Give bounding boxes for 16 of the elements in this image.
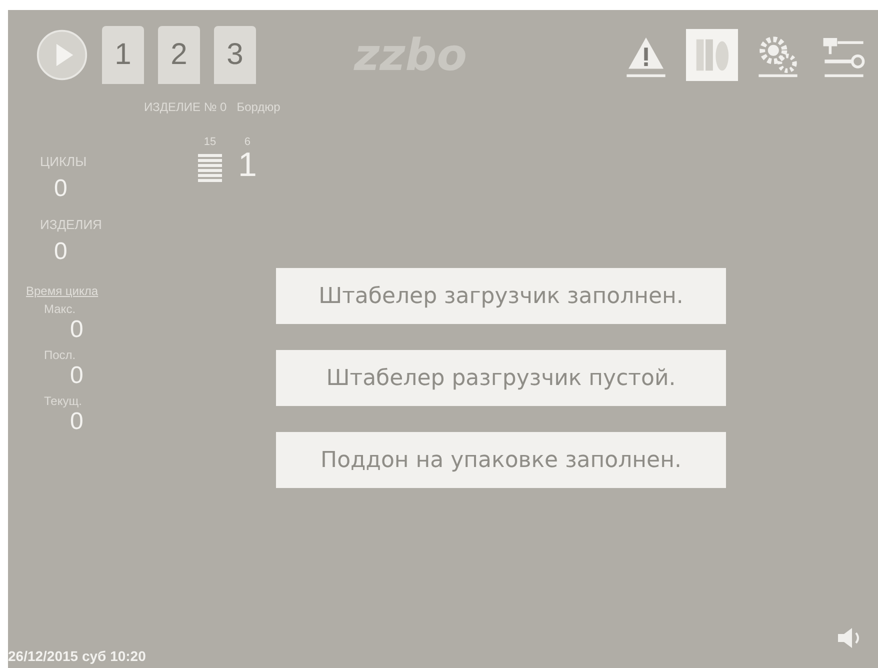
- counter-value: 0: [54, 175, 68, 203]
- counter-value: 0: [54, 238, 68, 266]
- cycle-time-value: 0: [70, 362, 84, 390]
- stack-value: 1: [238, 148, 257, 182]
- message-box: Штабелер загрузчик заполнен.: [276, 268, 726, 324]
- date-time: 26/12/2015 суб 10:20: [8, 648, 146, 664]
- program-button[interactable]: 1: [102, 26, 144, 84]
- program-button[interactable]: 2: [158, 26, 200, 84]
- message-box: Штабелер разгрузчик пустой.: [276, 350, 726, 406]
- play-icon[interactable]: [36, 29, 88, 81]
- message-box: Поддон на упаковке заполнен.: [276, 432, 726, 488]
- cycle-time-value: 0: [70, 316, 84, 344]
- stack-layers-icon: [198, 154, 222, 184]
- program-button[interactable]: 3: [214, 26, 256, 84]
- toolbar-button[interactable]: [686, 29, 738, 81]
- cycle-time-value: 0: [70, 408, 84, 436]
